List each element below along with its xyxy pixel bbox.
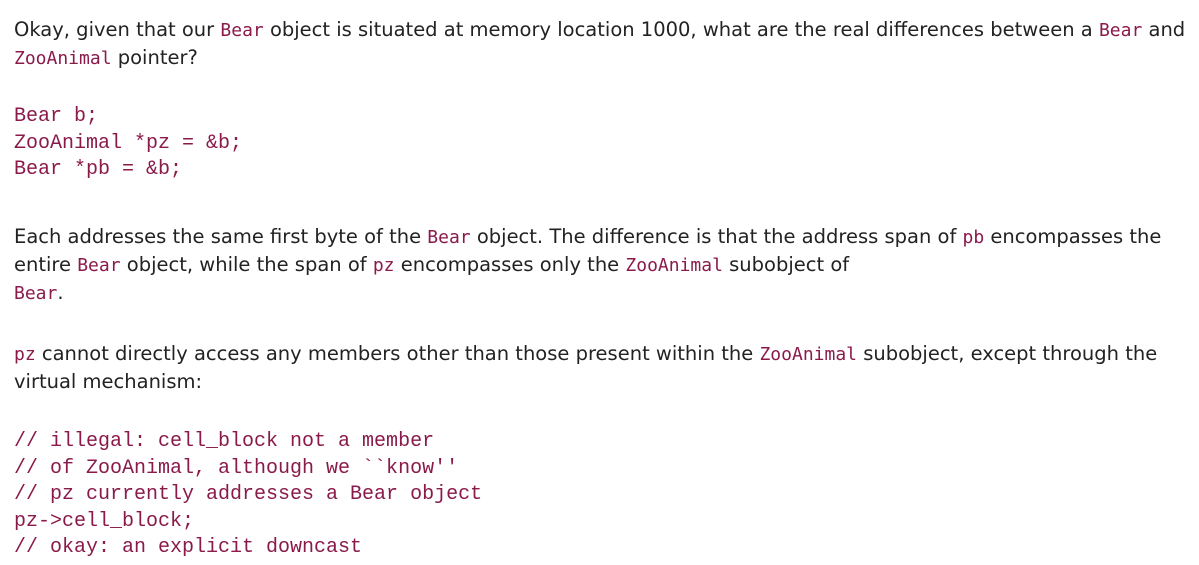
- text-span: object. The difference is that the addre…: [470, 225, 963, 248]
- code-line: Bear *pb = &b;: [14, 158, 183, 181]
- text-span: pointer?: [111, 46, 198, 69]
- access-paragraph: pz cannot directly access any members ot…: [14, 340, 1194, 395]
- text-span: Each addresses the same first byte of th…: [14, 225, 428, 248]
- inline-code: ZooAnimal: [625, 255, 723, 276]
- inline-code: pb: [962, 227, 985, 248]
- text-span: cannot directly access any members other…: [35, 342, 760, 365]
- inline-code: ZooAnimal: [14, 48, 112, 69]
- text-span: encompasses only the: [394, 253, 626, 276]
- inline-code: Bear: [220, 20, 264, 41]
- text-span: .: [57, 281, 64, 304]
- code-block-declarations: Bear b; ZooAnimal *pz = &b; Bear *pb = &…: [14, 104, 242, 184]
- code-line: pz->cell_block;: [14, 509, 195, 533]
- code-line: // illegal: cell_block not a member: [14, 430, 435, 453]
- inline-code: pz: [14, 344, 36, 365]
- code-line: // pz currently addresses a Bear object: [14, 483, 483, 506]
- inline-code: Bear: [427, 227, 471, 248]
- code-line: // of ZooAnimal, although we ``know'': [14, 456, 459, 480]
- inline-code: pz: [372, 255, 395, 276]
- inline-code: Bear: [14, 283, 58, 304]
- code-line: ZooAnimal *pz = &b;: [14, 131, 243, 155]
- inline-code: ZooAnimal: [759, 344, 858, 365]
- code-line: // okay: an explicit downcast: [14, 536, 363, 559]
- intro-paragraph: Okay, given that our Bear object is situ…: [14, 16, 1194, 72]
- text-span: object, while the span of: [120, 253, 373, 276]
- code-block-access: // illegal: cell_block not a member // o…: [14, 429, 482, 562]
- text-span: and: [1142, 18, 1186, 41]
- inline-code: Bear: [1098, 20, 1143, 41]
- code-line: Bear b;: [14, 105, 99, 128]
- text-span: object is situated at memory location 10…: [263, 18, 1099, 41]
- text-span: Okay, given that our: [14, 18, 221, 41]
- inline-code: Bear: [77, 255, 121, 276]
- text-span: subobject of: [722, 253, 850, 276]
- explanation-paragraph: Each addresses the same first byte of th…: [14, 223, 1194, 307]
